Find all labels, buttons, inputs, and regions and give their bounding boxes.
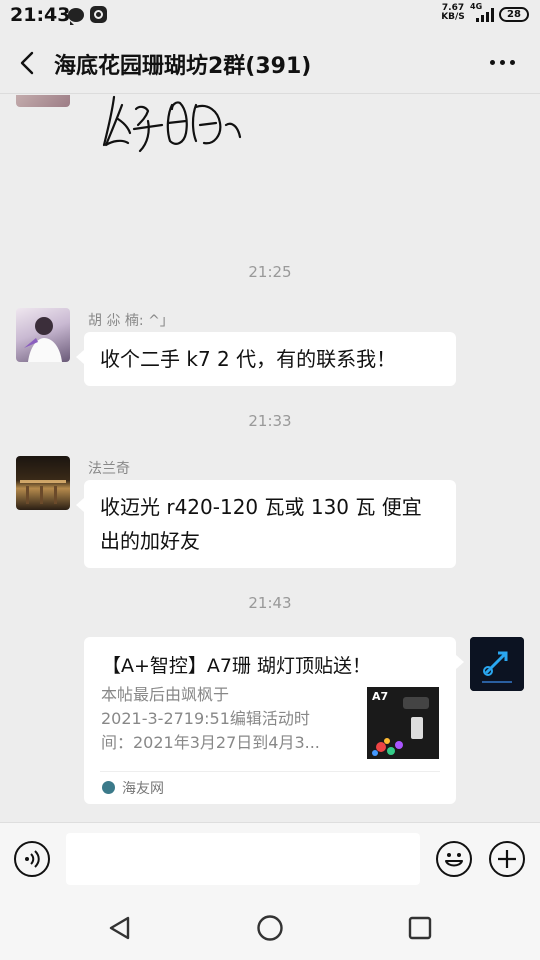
message-input[interactable] [66, 833, 420, 885]
avatar-picture [24, 317, 62, 362]
chat-header: 海底花园珊瑚坊2群(391) [0, 32, 540, 94]
link-card-description-line: 间：2021年3月27日到4月3... [101, 733, 320, 752]
link-card-source: 海友网 [122, 781, 164, 797]
sender-name: 胡 尛 楠: ^」 [88, 313, 174, 329]
status-bar: 21:43 7.67 KB/S 4G 28 [0, 0, 540, 32]
avatar[interactable] [16, 456, 70, 510]
message-list[interactable]: 21:25 胡 尛 楠: ^」 收个二手 k7 2 代，有的联系我！ 21:33… [0, 95, 540, 822]
link-card[interactable]: 【A+智控】A7珊 瑚灯顶贴送！ 本帖最后由飒枫于 2021-3-2719:51… [84, 637, 464, 804]
link-card-description-line: 本帖最后由飒枫于 [101, 685, 230, 704]
emoji-icon[interactable] [436, 841, 472, 877]
link-card-title: 【A+智控】A7珊 瑚灯顶贴送！ [102, 655, 372, 677]
chat-input-bar [0, 822, 540, 896]
avatar[interactable] [16, 308, 70, 362]
handwriting-image[interactable] [84, 95, 304, 175]
voice-glyph [25, 850, 40, 868]
message-text-line: 出的加好友 [100, 529, 200, 553]
voice-icon[interactable] [14, 841, 50, 877]
status-time: 21:43 [10, 4, 71, 26]
avatar-picture [470, 637, 524, 691]
nav-back-icon[interactable] [107, 915, 133, 941]
message-text-line: 收迈光 r420-120 瓦或 130 瓦 便宜 [100, 495, 422, 519]
back-arrow-icon[interactable] [16, 50, 40, 76]
avatar-picture [20, 480, 66, 504]
plus-icon[interactable] [489, 841, 525, 877]
avatar[interactable] [16, 95, 70, 107]
nav-recents-icon[interactable] [407, 915, 433, 941]
chat-title: 海底花园珊瑚坊2群(391) [54, 54, 312, 79]
handwriting-strokes [102, 95, 242, 153]
network-speed: 7.67 KB/S [441, 4, 465, 22]
link-card-description-line: 2021-3-2719:51编辑活动时 [101, 709, 310, 728]
system-nav-bar [0, 896, 540, 960]
source-logo-icon [102, 781, 115, 794]
nav-home-icon[interactable] [256, 914, 284, 942]
message-timestamp: 21:43 [248, 594, 292, 612]
link-card-thumbnail: A7 [367, 687, 439, 759]
sender-name: 法兰奇 [88, 461, 130, 477]
link-card-description: 本帖最后由飒枫于 2021-3-2719:51编辑活动时 间：2021年3月27… [101, 683, 347, 755]
more-dots-icon[interactable] [488, 60, 518, 68]
message-bubble[interactable]: 收个二手 k7 2 代，有的联系我！ [76, 332, 456, 386]
signal-icon [474, 8, 494, 22]
my-avatar[interactable] [470, 637, 524, 691]
message-bubble[interactable]: 收迈光 r420-120 瓦或 130 瓦 便宜 出的加好友 [76, 480, 456, 568]
network-speed-unit: KB/S [441, 12, 465, 22]
message-notification-icon [68, 8, 84, 25]
emoji-glyph [445, 853, 463, 867]
plus-glyph [498, 850, 516, 868]
message-timestamp: 21:33 [248, 412, 292, 430]
thumbnail-picture [372, 697, 429, 756]
link-card-divider [100, 771, 440, 772]
app-notification-icon [90, 6, 107, 23]
message-timestamp: 21:25 [248, 263, 292, 281]
message-text: 收个二手 k7 2 代，有的联系我！ [100, 347, 397, 371]
battery-icon: 28 [499, 7, 529, 22]
